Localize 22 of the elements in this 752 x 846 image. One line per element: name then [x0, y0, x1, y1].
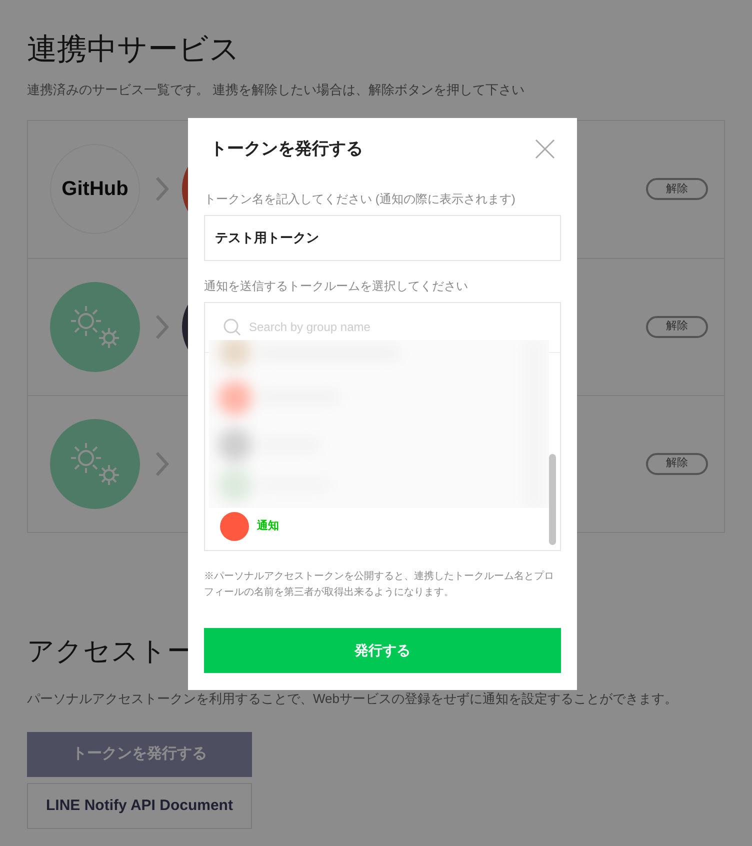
room-name: 通知: [257, 518, 279, 534]
issue-token-button[interactable]: トークンを発行する: [27, 732, 252, 777]
token-name-field[interactable]: テスト用トークン: [204, 214, 561, 260]
page-title: 連携中サービス: [27, 32, 241, 68]
unlink-button[interactable]: 解除: [646, 316, 708, 338]
github-logo-text: GitHub: [62, 177, 128, 202]
room-item[interactable]: 通知: [205, 508, 546, 546]
dialog-title: トークンを発行する: [210, 138, 363, 160]
unlink-button[interactable]: 解除: [646, 178, 708, 200]
api-document-button[interactable]: LINE Notify API Document: [27, 783, 252, 829]
search-icon: [223, 318, 241, 336]
unlink-button[interactable]: 解除: [646, 452, 708, 474]
close-icon[interactable]: [535, 138, 555, 159]
privacy-notice: ※パーソナルアクセストークンを公開すると、連携したトークルーム名とプロフィールの名前を第三者が取得出来るようになります。: [204, 570, 555, 600]
chevron-icon: [154, 312, 170, 340]
room-label: 通知を送信するトークルームを選択してください: [204, 278, 469, 294]
page-subtitle: 連携済みのサービス一覧です。 連携を解除したい場合は、解除ボタンを押して下さい: [27, 81, 526, 99]
issue-button[interactable]: 発行する: [204, 628, 561, 673]
section-description: パーソナルアクセストークンを利用することで、Webサービスの登録をせずに通知を設定することができます。: [27, 690, 678, 708]
chevron-icon: [154, 450, 170, 478]
chevron-icon: [154, 175, 170, 203]
token-name-label: トークン名を記入してください (通知の際に表示されます): [204, 190, 516, 208]
